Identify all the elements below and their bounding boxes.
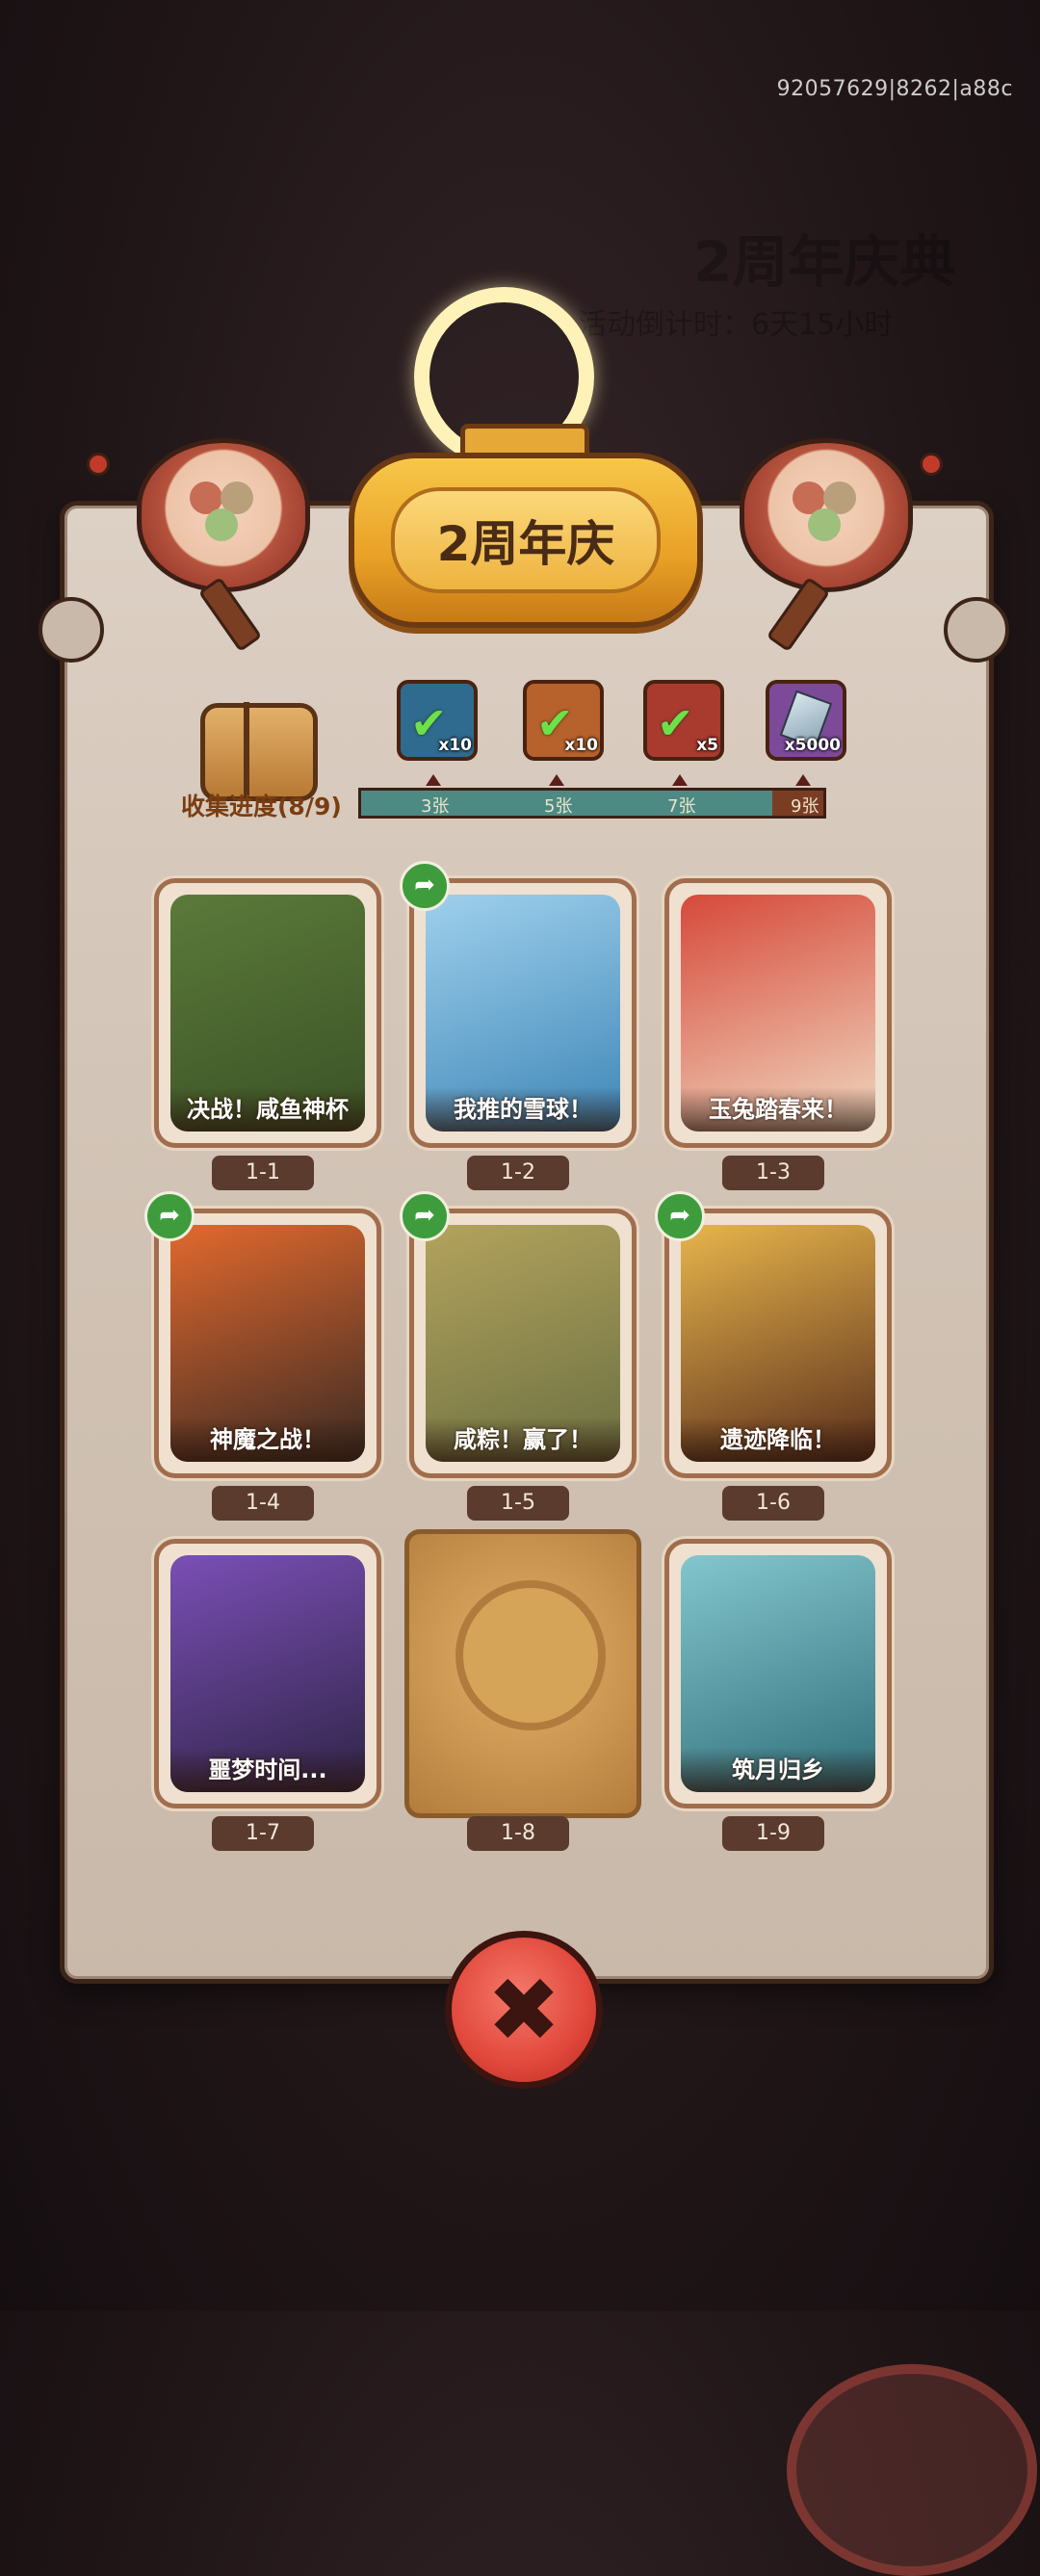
card-artwork: 我推的雪球！ bbox=[426, 895, 620, 1132]
card-number: 1-3 bbox=[722, 1156, 824, 1190]
card-title: 神魔之战！ bbox=[170, 1418, 365, 1462]
card-number: 1-8 bbox=[467, 1816, 569, 1851]
reward-key-icon[interactable]: ✔ x10 bbox=[523, 680, 604, 761]
card-number: 1-4 bbox=[212, 1486, 314, 1521]
scroll-curl-right bbox=[944, 597, 1009, 663]
collection-card[interactable]: 筑月归乡 bbox=[664, 1539, 892, 1808]
drum-left-icon bbox=[137, 438, 310, 592]
card-artwork: 神魔之战！ bbox=[170, 1225, 365, 1462]
drum-right-icon bbox=[740, 438, 913, 592]
collection-card[interactable]: 噩梦时间... bbox=[154, 1539, 381, 1808]
card-number: 1-9 bbox=[722, 1816, 824, 1851]
card-title: 我推的雪球！ bbox=[426, 1087, 620, 1132]
card-number: 1-6 bbox=[722, 1486, 824, 1521]
reward-amount: x5 bbox=[696, 736, 718, 755]
share-icon[interactable]: ➦ bbox=[400, 861, 450, 911]
milestone-label: 9张 bbox=[791, 796, 819, 817]
collection-bag-icon bbox=[200, 702, 318, 801]
collection-card[interactable]: 决战！咸鱼神杯 bbox=[154, 878, 381, 1148]
collection-card[interactable]: 咸粽！赢了！ bbox=[409, 1209, 637, 1478]
wax-seal bbox=[787, 2364, 1037, 2576]
collection-progress-bar: 3张 5张 7张 9张 bbox=[358, 788, 826, 819]
card-artwork: 决战！咸鱼神杯 bbox=[170, 895, 365, 1132]
milestone-marker bbox=[672, 774, 688, 786]
drum-stick-left bbox=[87, 453, 110, 476]
reward-amount: x10 bbox=[564, 736, 598, 755]
card-title: 筑月归乡 bbox=[681, 1748, 875, 1792]
panel-title: 2周年庆 bbox=[436, 516, 615, 572]
card-artwork: 玉兔踏春来！ bbox=[681, 895, 875, 1132]
card-artwork: 噩梦时间... bbox=[170, 1555, 365, 1792]
drum-stick-right bbox=[920, 453, 943, 476]
reward-crystal-icon[interactable]: x5000 bbox=[766, 680, 846, 761]
reward-amount: x5000 bbox=[784, 736, 841, 755]
collection-card[interactable]: 我推的雪球！ bbox=[409, 878, 637, 1148]
card-title: 咸粽！赢了！ bbox=[426, 1418, 620, 1462]
milestone-label: 7张 bbox=[667, 796, 696, 817]
fish-emblem-icon bbox=[455, 1580, 606, 1730]
close-button[interactable]: ✖ bbox=[445, 1931, 603, 2089]
milestone-marker bbox=[426, 774, 441, 786]
share-icon[interactable]: ➦ bbox=[655, 1191, 705, 1241]
card-artwork: 筑月归乡 bbox=[681, 1555, 875, 1792]
reward-amount: x10 bbox=[438, 736, 472, 755]
card-number: 1-5 bbox=[467, 1486, 569, 1521]
card-number: 1-1 bbox=[212, 1156, 314, 1190]
card-artwork: 遗迹降临！ bbox=[681, 1225, 875, 1462]
collection-card[interactable]: 神魔之战！ bbox=[154, 1209, 381, 1478]
milestone-marker bbox=[795, 774, 811, 786]
milestone-label: 5张 bbox=[544, 796, 573, 817]
reward-orb-icon[interactable]: ✔ x5 bbox=[643, 680, 724, 761]
scroll-curl-left bbox=[39, 597, 104, 663]
background-event-title: 2周年庆典 bbox=[693, 229, 956, 295]
locked-card[interactable] bbox=[404, 1529, 641, 1818]
collection-card[interactable]: 玉兔踏春来！ bbox=[664, 878, 892, 1148]
reward-chest-icon[interactable]: ✔ x10 bbox=[397, 680, 478, 761]
collection-card[interactable]: 遗迹降临！ bbox=[664, 1209, 892, 1478]
card-title: 决战！咸鱼神杯 bbox=[170, 1087, 365, 1132]
card-artwork: 咸粽！赢了！ bbox=[426, 1225, 620, 1462]
card-number: 1-2 bbox=[467, 1156, 569, 1190]
share-icon[interactable]: ➦ bbox=[144, 1191, 195, 1241]
collection-progress-label: 收集进度(8/9) bbox=[181, 793, 342, 820]
card-title: 噩梦时间... bbox=[170, 1748, 365, 1792]
title-plaque: 2周年庆 bbox=[349, 453, 703, 628]
milestone-marker bbox=[549, 774, 564, 786]
card-title: 玉兔踏春来！ bbox=[681, 1087, 875, 1132]
milestone-label: 3张 bbox=[421, 796, 450, 817]
share-icon[interactable]: ➦ bbox=[400, 1191, 450, 1241]
checkmark-icon: ✔ bbox=[657, 697, 694, 749]
card-title: 遗迹降临！ bbox=[681, 1418, 875, 1462]
session-id-text: 92057629|8262|a88c bbox=[776, 77, 1013, 101]
background-countdown: 活动倒计时：6天15小时 bbox=[578, 308, 894, 342]
card-number: 1-7 bbox=[212, 1816, 314, 1851]
